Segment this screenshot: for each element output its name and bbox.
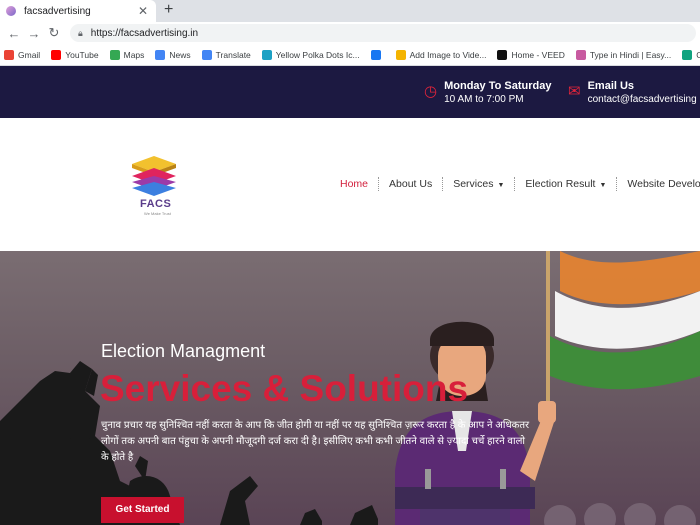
bookmark-item[interactable]: YouTube bbox=[51, 49, 99, 60]
hero-title: Services & Solutions bbox=[100, 368, 469, 409]
nav-services-label: Services bbox=[453, 178, 494, 190]
nav-home[interactable]: Home bbox=[340, 178, 374, 190]
bookmark-favicon-icon bbox=[370, 49, 381, 60]
lock-icon: 🔒︎ bbox=[78, 27, 83, 38]
bookmark-favicon-icon bbox=[261, 49, 272, 60]
bookmark-item[interactable]: Home - VEED bbox=[497, 49, 565, 60]
forward-arrow-icon[interactable]: → bbox=[24, 26, 44, 41]
bookmark-favicon-icon bbox=[51, 49, 62, 60]
email-title: Email Us bbox=[587, 80, 635, 92]
bookmark-item[interactable]: Gmail bbox=[4, 49, 41, 60]
chevron-down-icon: ▼ bbox=[599, 182, 607, 189]
nav-divider bbox=[514, 177, 516, 191]
browser-toolbar: ← → ↻ 🔒︎ https://facsadvertising.in bbox=[0, 22, 700, 44]
bookmark-favicon-icon bbox=[201, 49, 212, 60]
clock-icon: ◷ bbox=[424, 83, 438, 100]
nav-election-result[interactable]: Election Result ▼ bbox=[519, 178, 612, 190]
bookmark-item[interactable]: Add Image to Vide... bbox=[395, 49, 487, 60]
bookmark-label: ChatGPT bbox=[696, 50, 700, 60]
crowd-circles bbox=[544, 503, 696, 525]
hero-description: चुनाव प्रचार यह सुनिश्चित नहीं करता के आ… bbox=[101, 420, 530, 463]
logo-tagline: We Make Trust bbox=[144, 211, 171, 216]
bookmark-item[interactable]: Translate bbox=[201, 49, 251, 60]
nav-divider bbox=[378, 177, 380, 191]
nav-divider bbox=[616, 177, 618, 191]
bookmark-item[interactable]: Type in Hindi | Easy... bbox=[575, 49, 672, 60]
bookmark-label: Translate bbox=[215, 49, 251, 60]
nav-services[interactable]: Services ▼ bbox=[447, 178, 510, 190]
tab-title: facsadvertising bbox=[24, 5, 91, 17]
site-favicon-icon bbox=[6, 6, 16, 16]
bookmark-favicon-icon bbox=[497, 49, 508, 60]
nav-election-label: Election Result bbox=[525, 178, 596, 190]
bookmark-label: News bbox=[169, 49, 191, 60]
new-tab-icon[interactable]: + bbox=[164, 1, 173, 19]
bookmark-favicon-icon bbox=[4, 49, 14, 60]
close-tab-icon[interactable]: ✕ bbox=[138, 4, 148, 18]
url-text: https://facsadvertising.in bbox=[90, 27, 199, 39]
address-bar[interactable]: 🔒︎ https://facsadvertising.in bbox=[70, 24, 696, 42]
bookmark-favicon-icon bbox=[575, 49, 586, 60]
hours-info: ◷ Monday To Saturday 10 AM to 7:00 PM bbox=[424, 79, 551, 106]
hero-banner: Election Managment Services & Solutions … bbox=[0, 251, 700, 525]
reload-icon[interactable]: ↻ bbox=[44, 25, 64, 41]
browser-tab[interactable]: facsadvertising ✕ bbox=[0, 0, 156, 22]
email-value[interactable]: contact@facsadvertising bbox=[588, 93, 697, 106]
hero-subtitle: Election Managment bbox=[101, 341, 266, 361]
bookmark-favicon-icon bbox=[155, 49, 166, 60]
bookmark-favicon-icon bbox=[109, 49, 120, 60]
bookmark-item[interactable]: News bbox=[155, 49, 191, 60]
bookmark-favicon-icon bbox=[682, 49, 693, 60]
email-info: ✉ Email Us contact@facsadvertising bbox=[568, 79, 697, 106]
bookmark-item[interactable]: ChatGPT bbox=[682, 49, 700, 60]
bookmarks-bar: Gmail YouTube Maps News Translate Yellow Polk… bbox=[0, 44, 700, 66]
top-info-bar: ◷ Monday To Saturday 10 AM to 7:00 PM ✉ … bbox=[0, 66, 700, 118]
bookmark-label: Gmail bbox=[18, 49, 41, 60]
bookmark-label: Maps bbox=[123, 49, 145, 60]
bookmark-item[interactable]: Yellow Polka Dots Ic... bbox=[261, 49, 360, 60]
bookmark-label: YouTube bbox=[65, 49, 99, 60]
chevron-down-icon: ▼ bbox=[497, 182, 505, 189]
site-header: FACS We Make Trust Home About Us Service… bbox=[0, 118, 700, 250]
hours-value: 10 AM to 7:00 PM bbox=[444, 94, 524, 105]
back-arrow-icon[interactable]: ← bbox=[4, 26, 24, 41]
get-started-button[interactable]: Get Started bbox=[101, 497, 184, 523]
hours-title: Monday To Saturday bbox=[444, 80, 552, 92]
bookmark-favicon-icon bbox=[395, 49, 406, 60]
nav-about[interactable]: About Us bbox=[383, 178, 438, 190]
nav-website-development[interactable]: Website Developme bbox=[621, 178, 700, 190]
bookmark-label: Add Image to Vide... bbox=[409, 49, 487, 60]
bookmark-label: Home - VEED bbox=[511, 49, 565, 60]
bookmark-label: Type in Hindi | Easy... bbox=[589, 49, 672, 60]
bookmark-item[interactable] bbox=[370, 49, 385, 60]
bookmark-item[interactable]: Maps bbox=[109, 49, 145, 60]
browser-tab-bar: facsadvertising ✕ + bbox=[0, 0, 700, 22]
bookmark-label: Yellow Polka Dots Ic... bbox=[275, 49, 360, 60]
nav-divider bbox=[442, 177, 444, 191]
flag-decoration bbox=[546, 251, 700, 401]
logo-name: FACS bbox=[140, 198, 172, 210]
envelope-icon: ✉ bbox=[568, 83, 581, 100]
main-nav: Home About Us Services ▼ Election Result ▼… bbox=[340, 177, 700, 191]
